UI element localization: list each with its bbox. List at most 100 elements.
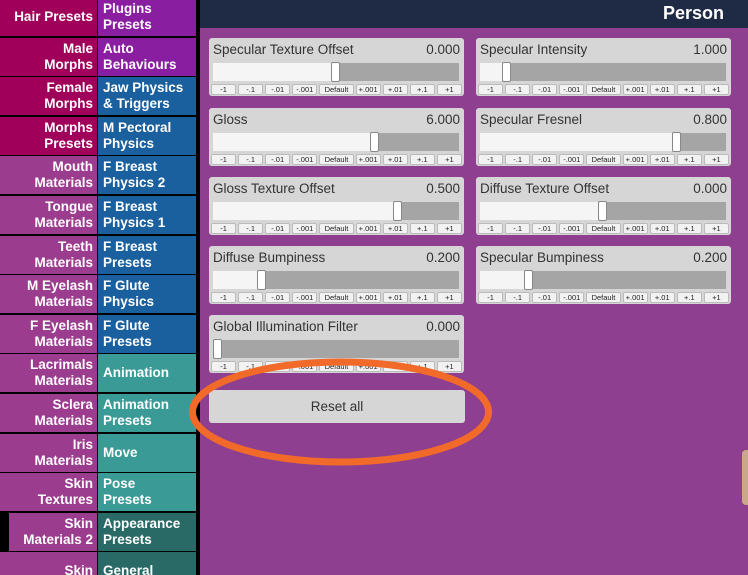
step-button[interactable]: +.1 (676, 154, 702, 165)
step-button[interactable]: -.01 (265, 223, 291, 234)
slider-track[interactable] (480, 62, 726, 82)
step-button[interactable]: -.1 (238, 84, 264, 95)
tab-right-10[interactable]: Animation Presets (98, 394, 196, 432)
tab-left-4[interactable]: Mouth Materials (0, 156, 97, 195)
tab-right-11[interactable]: Move (98, 433, 196, 472)
tab-left-3[interactable]: Morphs Presets (0, 116, 97, 155)
tab-right-9[interactable]: Animation (98, 354, 196, 393)
step-button[interactable]: +.01 (382, 84, 408, 95)
step-button[interactable]: -.1 (238, 361, 264, 372)
step-button[interactable]: +.1 (409, 361, 435, 372)
reset-all-button[interactable]: Reset all (209, 390, 465, 423)
step-button[interactable]: -.1 (238, 292, 264, 303)
step-button[interactable]: +.1 (676, 223, 702, 234)
step-button[interactable]: +.001 (355, 223, 381, 234)
tab-right-14[interactable]: General (98, 552, 196, 575)
step-button[interactable]: +.01 (382, 292, 408, 303)
tab-right-7[interactable]: F Glute Physics (98, 275, 196, 314)
step-button[interactable]: +1 (436, 84, 462, 95)
step-button[interactable]: -.1 (505, 84, 531, 95)
step-button[interactable]: -.01 (532, 223, 558, 234)
tab-left-0[interactable]: Hair Presets (0, 0, 97, 36)
step-button[interactable]: -.1 (238, 154, 264, 165)
step-button[interactable]: +1 (703, 154, 729, 165)
slider-track[interactable] (480, 132, 726, 152)
step-button[interactable]: -.1 (238, 223, 264, 234)
slider-handle[interactable] (598, 201, 607, 221)
step-button[interactable]: -.001 (292, 84, 318, 95)
tab-left-6[interactable]: Teeth Materials (0, 235, 97, 274)
tab-right-12[interactable]: Pose Presets (98, 473, 196, 512)
step-button[interactable]: -.1 (505, 292, 531, 303)
step-button[interactable]: Default (319, 223, 354, 234)
slider-handle[interactable] (672, 132, 681, 152)
step-button[interactable]: -.01 (265, 154, 291, 165)
step-button[interactable]: -.1 (505, 154, 531, 165)
step-button[interactable]: -.001 (292, 361, 318, 372)
step-button[interactable]: Default (319, 292, 354, 303)
step-button[interactable]: -.001 (559, 84, 585, 95)
step-button[interactable]: -.001 (559, 223, 585, 234)
step-button[interactable]: +1 (703, 84, 729, 95)
tab-right-13[interactable]: Appearance Presets (98, 512, 196, 551)
step-button[interactable]: +.1 (409, 223, 435, 234)
step-button[interactable]: +.001 (622, 154, 648, 165)
step-button[interactable]: +.001 (622, 84, 648, 95)
step-button[interactable]: +.001 (355, 292, 381, 303)
step-button[interactable]: +.001 (622, 292, 648, 303)
tab-left-12[interactable]: Skin Textures (0, 473, 97, 512)
tab-left-14[interactable]: Skin (0, 552, 97, 575)
step-button[interactable]: +1 (436, 292, 462, 303)
step-button[interactable]: -.01 (532, 292, 558, 303)
tab-left-11[interactable]: Iris Materials (0, 433, 97, 472)
tab-right-4[interactable]: F Breast Physics 2 (98, 156, 196, 195)
tab-left-2[interactable]: Female Morphs (0, 77, 97, 116)
step-button[interactable]: +1 (703, 292, 729, 303)
step-button[interactable]: +.1 (409, 154, 435, 165)
tab-left-9[interactable]: Lacrimals Materials (0, 354, 97, 393)
step-button[interactable]: +.01 (649, 292, 675, 303)
step-button[interactable]: +.1 (409, 84, 435, 95)
step-button[interactable]: Default (586, 292, 621, 303)
tab-left-10[interactable]: Sclera Materials (0, 394, 97, 432)
step-button[interactable]: -1 (211, 292, 237, 303)
step-button[interactable]: +.01 (649, 223, 675, 234)
step-button[interactable]: Default (319, 84, 354, 95)
step-button[interactable]: -.001 (292, 154, 318, 165)
slider-track[interactable] (213, 201, 459, 221)
tab-right-8[interactable]: F Glute Presets (98, 314, 196, 353)
step-button[interactable]: -.001 (559, 292, 585, 303)
step-button[interactable]: -1 (478, 154, 504, 165)
step-button[interactable]: +1 (436, 361, 462, 372)
slider-handle[interactable] (393, 201, 402, 221)
tab-right-6[interactable]: F Breast Presets (98, 235, 196, 274)
step-button[interactable]: +.001 (355, 361, 381, 372)
step-button[interactable]: -1 (211, 223, 237, 234)
step-button[interactable]: -1 (211, 84, 237, 95)
step-button[interactable]: -.001 (292, 292, 318, 303)
step-button[interactable]: -.001 (559, 154, 585, 165)
tab-left-1[interactable]: Male Morphs (0, 37, 97, 76)
slider-handle[interactable] (257, 270, 266, 290)
tab-right-3[interactable]: M Pectoral Physics (98, 116, 196, 155)
tab-right-2[interactable]: Jaw Physics & Triggers (98, 77, 196, 116)
tab-right-0[interactable]: Plugins Presets (98, 0, 196, 36)
slider-handle[interactable] (331, 62, 340, 82)
slider-handle[interactable] (213, 339, 222, 359)
slider-handle[interactable] (524, 270, 533, 290)
step-button[interactable]: Default (586, 84, 621, 95)
step-button[interactable]: +.001 (622, 223, 648, 234)
step-button[interactable]: +1 (436, 223, 462, 234)
tab-left-7[interactable]: M Eyelash Materials (0, 275, 97, 314)
slider-handle[interactable] (502, 62, 511, 82)
step-button[interactable]: +.01 (649, 84, 675, 95)
step-button[interactable]: -.01 (532, 84, 558, 95)
step-button[interactable]: -1 (478, 223, 504, 234)
slider-track[interactable] (480, 201, 726, 221)
step-button[interactable]: +.01 (382, 223, 408, 234)
slider-track[interactable] (213, 132, 459, 152)
step-button[interactable]: Default (586, 154, 621, 165)
step-button[interactable]: +1 (703, 223, 729, 234)
step-button[interactable]: Default (586, 223, 621, 234)
step-button[interactable]: -.001 (292, 223, 318, 234)
